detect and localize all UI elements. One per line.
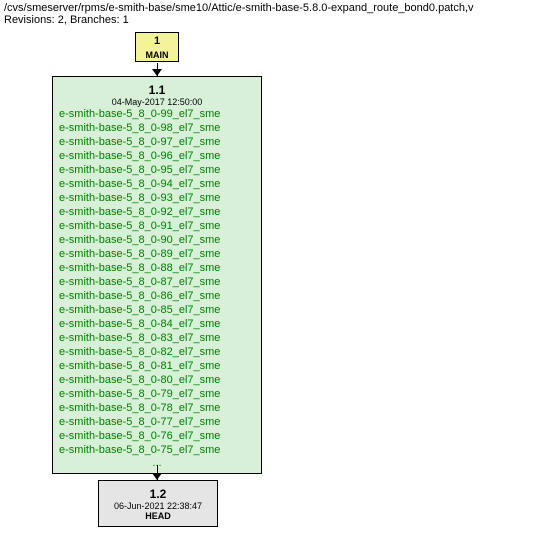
revision-node-1-2[interactable]: 1.2 06-Jun-2021 22:38:47 HEAD xyxy=(98,480,218,527)
revision-date: 06-Jun-2021 22:38:47 xyxy=(99,501,217,511)
revision-tag: e-smith-base-5_8_0-86_el7_sme xyxy=(59,289,255,303)
branch-node-main[interactable]: 1 MAIN xyxy=(135,32,179,62)
revision-tag: e-smith-base-5_8_0-82_el7_sme xyxy=(59,345,255,359)
file-path: /cvs/smeserver/rpms/e-smith-base/sme10/A… xyxy=(4,2,556,14)
branch-name: MAIN xyxy=(136,48,178,62)
revision-tag: e-smith-base-5_8_0-78_el7_sme xyxy=(59,401,255,415)
revision-tag: e-smith-base-5_8_0-75_el7_sme xyxy=(59,443,255,457)
revision-tag: e-smith-base-5_8_0-89_el7_sme xyxy=(59,247,255,261)
revision-tag: e-smith-base-5_8_0-87_el7_sme xyxy=(59,275,255,289)
revision-tag: e-smith-base-5_8_0-79_el7_sme xyxy=(59,387,255,401)
revision-summary: Revisions: 2, Branches: 1 xyxy=(4,14,556,26)
revision-tag: e-smith-base-5_8_0-99_el7_sme xyxy=(59,107,255,121)
revision-tag: e-smith-base-5_8_0-83_el7_sme xyxy=(59,331,255,345)
revision-tag: e-smith-base-5_8_0-96_el7_sme xyxy=(59,149,255,163)
arrowhead-icon xyxy=(152,473,162,480)
arrowhead-icon xyxy=(152,69,162,76)
revision-tag: e-smith-base-5_8_0-88_el7_sme xyxy=(59,261,255,275)
revision-node-1-1[interactable]: 1.1 04-May-2017 12:50:00 e-smith-base-5_… xyxy=(52,76,262,474)
revision-tag: e-smith-base-5_8_0-97_el7_sme xyxy=(59,135,255,149)
revision-date: 04-May-2017 12:50:00 xyxy=(57,97,257,107)
revision-tag: e-smith-base-5_8_0-90_el7_sme xyxy=(59,233,255,247)
revision-tag-list: e-smith-base-5_8_0-99_el7_smee-smith-bas… xyxy=(57,107,257,457)
revision-tag: e-smith-base-5_8_0-76_el7_sme xyxy=(59,429,255,443)
revision-tag: e-smith-base-5_8_0-81_el7_sme xyxy=(59,359,255,373)
revision-tag: e-smith-base-5_8_0-94_el7_sme xyxy=(59,177,255,191)
revision-tag: e-smith-base-5_8_0-93_el7_sme xyxy=(59,191,255,205)
revision-graph: 1 MAIN 1.1 04-May-2017 12:50:00 e-smith-… xyxy=(0,30,560,530)
revision-number: 1.1 xyxy=(57,80,257,97)
revision-tag: e-smith-base-5_8_0-84_el7_sme xyxy=(59,317,255,331)
branch-number: 1 xyxy=(136,34,178,48)
revision-tag: e-smith-base-5_8_0-91_el7_sme xyxy=(59,219,255,233)
head-label: HEAD xyxy=(99,511,217,523)
revision-tag: e-smith-base-5_8_0-98_el7_sme xyxy=(59,121,255,135)
revision-tag: e-smith-base-5_8_0-77_el7_sme xyxy=(59,415,255,429)
revision-tag: e-smith-base-5_8_0-92_el7_sme xyxy=(59,205,255,219)
revision-tag: e-smith-base-5_8_0-95_el7_sme xyxy=(59,163,255,177)
revision-tag: e-smith-base-5_8_0-85_el7_sme xyxy=(59,303,255,317)
revision-tag: e-smith-base-5_8_0-80_el7_sme xyxy=(59,373,255,387)
revision-number: 1.2 xyxy=(99,484,217,501)
